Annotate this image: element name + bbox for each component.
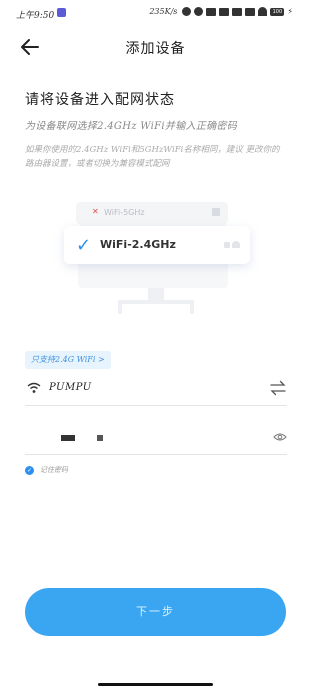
- lock-icon: [212, 208, 220, 216]
- ssid-field[interactable]: PUMPU: [25, 374, 287, 406]
- password-field[interactable]: [25, 421, 287, 455]
- wifi-icon: [232, 241, 240, 248]
- password-mask: [61, 435, 75, 441]
- home-indicator[interactable]: [98, 683, 213, 686]
- wifi-status-icon: [258, 7, 268, 16]
- charging-icon: ⚡: [287, 7, 293, 16]
- band-5g-row: ✕ WiFi-5GHz: [76, 202, 228, 224]
- compatibility-note: 如果你使用的2.4GHz WiFi和5GHzWiFi名称相同，建议 更改你的路由…: [25, 145, 280, 169]
- eye-icon[interactable]: [273, 432, 287, 442]
- monitor-stand-leg-left: [118, 300, 122, 314]
- wifi-icon: [27, 382, 41, 393]
- app-bar: 添加设备: [0, 28, 311, 68]
- monitor-stand-leg-right: [190, 300, 194, 314]
- alarm-icon: [182, 7, 192, 16]
- page-title: 添加设备: [125, 41, 186, 57]
- next-button[interactable]: 下一步: [25, 588, 286, 636]
- checkbox-checked-icon[interactable]: ✓: [25, 465, 34, 475]
- password-mask: [97, 435, 103, 441]
- check-icon: ✓: [76, 235, 92, 256]
- status-time: 上午9:50: [16, 11, 55, 21]
- instruction-subheading: 为设备联网选择2.4GHz WiFi并输入正确密码: [25, 121, 237, 132]
- ssid-value: PUMPU: [49, 382, 92, 393]
- battery-icon: 100: [270, 7, 285, 16]
- network-speed: 235K/s: [149, 7, 178, 16]
- hd-signal-2-icon: [232, 7, 243, 16]
- band-5g-label: WiFi-5GHz: [104, 208, 145, 217]
- dnd-icon: [194, 7, 204, 16]
- app-notification-icon: [57, 8, 66, 17]
- wifi-band-illustration: ✕ WiFi-5GHz ✓ WiFi-2.4GHz: [56, 196, 256, 336]
- remember-password-toggle[interactable]: ✓ 记住密码: [25, 464, 68, 476]
- signal-icon: [219, 7, 230, 16]
- status-indicators: 235K/s 100 ⚡: [149, 7, 293, 16]
- cross-icon: ✕: [92, 207, 99, 216]
- band-24g-card: ✓ WiFi-2.4GHz: [64, 226, 250, 264]
- signal-2-icon: [245, 7, 256, 16]
- support-24g-tag[interactable]: 只支持2.4G WiFi >: [25, 351, 111, 369]
- instruction-heading: 请将设备进入配网状态: [25, 92, 175, 108]
- band-24g-label: WiFi-2.4GHz: [100, 238, 176, 251]
- hd-signal-icon: [206, 7, 217, 16]
- remember-password-label: 记住密码: [40, 466, 68, 474]
- status-bar: 上午9:50 235K/s 100 ⚡: [0, 0, 311, 28]
- switch-network-icon[interactable]: [269, 379, 287, 397]
- lock-icon: [224, 242, 230, 248]
- monitor-stand: [118, 300, 194, 304]
